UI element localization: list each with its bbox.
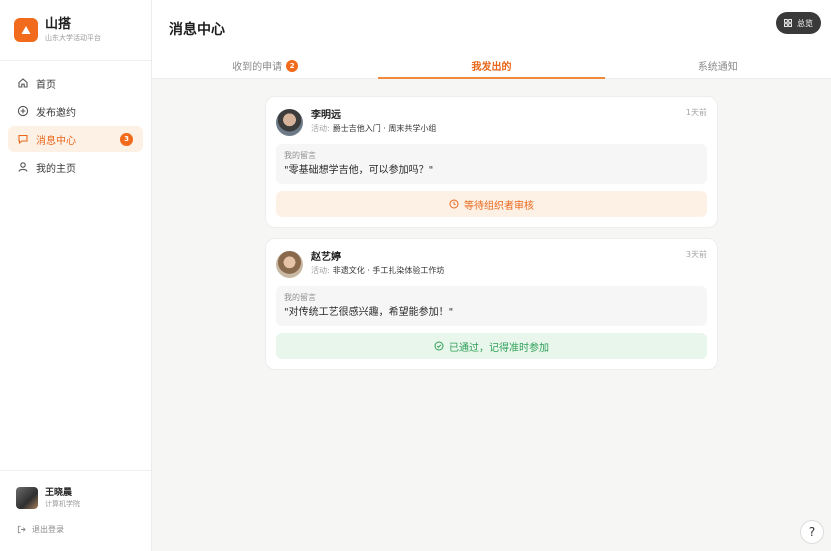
logout-icon — [17, 525, 26, 534]
logout-label: 退出登录 — [32, 525, 64, 534]
activity-label: 活动: — [311, 124, 330, 133]
message-label: 我的留言 — [284, 293, 316, 302]
status-text: 已通过，记得准时参加 — [449, 342, 549, 354]
help-button[interactable]: ? — [800, 520, 824, 544]
status-text: 等待组织者审核 — [464, 200, 534, 212]
overview-label: 总览 — [797, 18, 813, 28]
chat-icon — [17, 133, 29, 145]
message-text: "对传统工艺很感兴趣，希望能参加！" — [284, 307, 454, 318]
divider — [0, 60, 151, 61]
sidebar-item-home[interactable]: 首页 — [8, 70, 143, 96]
check-circle-icon — [434, 341, 444, 351]
sidebar-nav: 首页 发布邀约 消息中心 3 我的主页 — [8, 70, 143, 182]
application-card[interactable]: 李明远 活动: 爵士吉他入门 · 周末共学小组 1天前 我的留言 "零基础想学吉他… — [265, 96, 718, 228]
activity-line: 活动: 非遗文化 · 手工扎染体验工作坊 — [311, 265, 444, 277]
message-box: 我的留言 "对传统工艺很感兴趣，希望能参加！" — [276, 286, 707, 326]
divider — [0, 470, 151, 471]
tab-received[interactable]: 收到的申请 2 — [152, 52, 378, 79]
user-icon — [17, 161, 29, 173]
message-label: 我的留言 — [284, 151, 316, 160]
header: 消息中心 总览 收到的申请 2 我发出的 系统通知 — [152, 0, 831, 79]
brand-name: 山搭 — [45, 17, 72, 32]
brand-logo-icon — [14, 18, 38, 42]
avatar — [16, 487, 38, 509]
status-badge: 等待组织者审核 — [276, 191, 707, 217]
user-department: 计算机学院 — [45, 499, 80, 508]
organizer-name: 李明远 — [311, 110, 341, 121]
message-box: 我的留言 "零基础想学吉他，可以参加吗？" — [276, 144, 707, 184]
main-panel: 消息中心 总览 收到的申请 2 我发出的 系统通知 李明远 活动: 爵士吉他入门… — [152, 0, 831, 551]
sidebar-item-publish[interactable]: 发布邀约 — [8, 98, 143, 124]
activity-label: 活动: — [311, 266, 330, 275]
plus-circle-icon — [17, 105, 29, 117]
brand[interactable]: 山搭 山东大学活动平台 — [14, 17, 101, 43]
current-user[interactable]: 王晓晨 计算机学院 — [16, 487, 80, 509]
avatar — [276, 250, 303, 278]
message-text: "零基础想学吉他，可以参加吗？" — [284, 165, 434, 176]
message-list: 李明远 活动: 爵士吉他入门 · 周末共学小组 1天前 我的留言 "零基础想学吉他… — [152, 80, 831, 551]
sidebar-item-profile[interactable]: 我的主页 — [8, 154, 143, 180]
tab-label: 收到的申请 — [232, 62, 283, 73]
activity-name: 爵士吉他入门 · 周末共学小组 — [332, 124, 437, 133]
avatar — [276, 108, 303, 136]
unread-badge: 3 — [120, 132, 133, 146]
sidebar-item-label: 消息中心 — [36, 135, 76, 147]
logout-button[interactable]: 退出登录 — [17, 524, 64, 535]
sidebar-item-label: 我的主页 — [36, 163, 76, 175]
grid-icon — [784, 19, 792, 27]
home-icon — [17, 77, 29, 89]
clock-icon — [449, 199, 459, 209]
overview-button[interactable]: 总览 — [776, 12, 821, 34]
page-title: 消息中心 — [169, 22, 225, 38]
sidebar-item-label: 首页 — [36, 79, 56, 91]
tab-sent[interactable]: 我发出的 — [378, 52, 605, 79]
user-name: 王晓晨 — [45, 487, 73, 498]
brand-subtitle: 山东大学活动平台 — [45, 34, 101, 42]
timestamp: 3天前 — [685, 250, 707, 259]
sidebar-item-messages[interactable]: 消息中心 3 — [8, 126, 143, 152]
timestamp: 1天前 — [685, 108, 707, 117]
activity-name: 非遗文化 · 手工扎染体验工作坊 — [332, 266, 445, 275]
application-card[interactable]: 赵艺婷 活动: 非遗文化 · 手工扎染体验工作坊 3天前 我的留言 "对传统工艺很… — [265, 238, 718, 370]
tab-bar: 收到的申请 2 我发出的 系统通知 — [152, 52, 831, 79]
sidebar-item-label: 发布邀约 — [36, 107, 76, 119]
activity-line: 活动: 爵士吉他入门 · 周末共学小组 — [311, 123, 436, 135]
tab-label: 我发出的 — [471, 62, 512, 73]
status-badge: 已通过，记得准时参加 — [276, 333, 707, 359]
tab-label: 系统通知 — [697, 62, 738, 73]
tab-system[interactable]: 系统通知 — [605, 52, 831, 79]
tab-badge: 2 — [286, 59, 299, 72]
sidebar: 山搭 山东大学活动平台 首页 发布邀约 消息中心 3 我的主页 王晓晨 计算机学… — [0, 0, 152, 551]
organizer-name: 赵艺婷 — [311, 252, 341, 263]
